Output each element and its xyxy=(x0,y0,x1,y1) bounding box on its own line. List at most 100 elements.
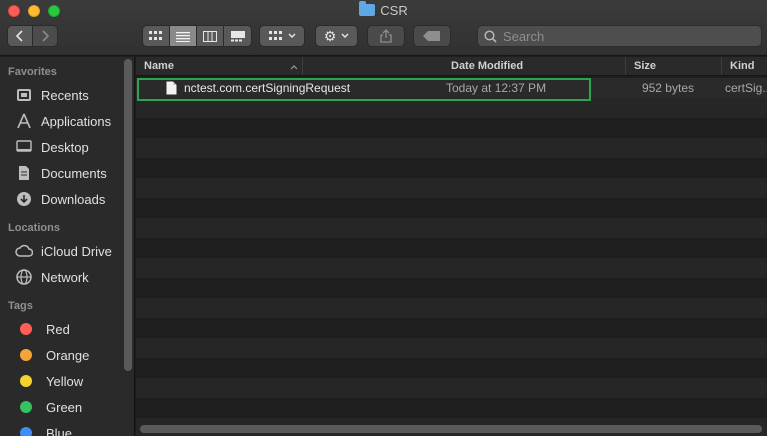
sidebar-scrollbar[interactable] xyxy=(124,59,132,371)
gear-icon: ⚙ xyxy=(323,27,337,44)
sidebar-item-label: Applications xyxy=(41,113,112,129)
empty-row xyxy=(136,118,767,138)
sidebar-tag-blue[interactable]: Blue xyxy=(0,420,134,436)
blue-tag-icon xyxy=(20,427,32,436)
sidebar-tag-yellow[interactable]: Yellow xyxy=(0,368,134,394)
sidebar-item-downloads[interactable]: Downloads xyxy=(0,186,134,212)
empty-row xyxy=(136,298,767,318)
chevron-right-icon xyxy=(42,30,49,42)
forward-button[interactable] xyxy=(32,26,57,46)
sidebar-heading-favorites: Favorites xyxy=(8,66,57,78)
empty-row xyxy=(136,318,767,338)
window-title: CSR xyxy=(0,1,767,18)
sidebar-item-network[interactable]: Network xyxy=(0,264,134,290)
back-button[interactable] xyxy=(8,26,33,46)
search-icon xyxy=(484,29,497,43)
empty-row xyxy=(136,98,767,118)
sidebar-item-label: Orange xyxy=(46,347,90,363)
search-field[interactable] xyxy=(477,25,762,47)
column-view-button[interactable] xyxy=(197,26,224,46)
sidebar-item-icloud-drive[interactable]: iCloud Drive xyxy=(0,238,134,264)
group-by-button[interactable] xyxy=(259,25,305,47)
selection-highlight-box xyxy=(137,78,591,101)
column-header-size[interactable]: Size xyxy=(626,57,722,75)
icon-view-icon xyxy=(149,30,162,40)
sidebar-item-label: Yellow xyxy=(46,373,84,389)
sidebar-item-label: Recents xyxy=(41,87,89,103)
view-mode-segment xyxy=(142,25,252,47)
green-tag-icon xyxy=(20,401,32,413)
file-kind-cell: certSig... xyxy=(725,81,767,95)
search-input[interactable] xyxy=(503,28,753,44)
empty-row xyxy=(136,218,767,238)
column-header-row: Name Date Modified Size Kind xyxy=(136,57,767,76)
chevron-down-icon xyxy=(288,33,295,38)
chevron-left-icon xyxy=(15,30,23,42)
download-icon xyxy=(15,190,33,208)
folder-icon xyxy=(359,1,376,16)
sidebar-item-label: Network xyxy=(41,269,89,285)
file-size-cell: 952 bytes xyxy=(641,81,694,95)
list-view-icon xyxy=(176,31,190,42)
chevron-down-icon xyxy=(341,33,349,38)
cloud-icon xyxy=(15,242,33,260)
sidebar-item-label: Red xyxy=(46,321,70,337)
sidebar-tag-orange[interactable]: Orange xyxy=(0,342,134,368)
action-button[interactable]: ⚙ xyxy=(315,25,358,47)
list-view-button[interactable] xyxy=(170,26,197,46)
sidebar-tag-green[interactable]: Green xyxy=(0,394,134,420)
gallery-view-icon xyxy=(230,30,245,41)
yellow-tag-icon xyxy=(20,375,32,387)
empty-row xyxy=(136,158,767,178)
empty-row xyxy=(136,338,767,358)
empty-row xyxy=(136,258,767,278)
sidebar-item-label: Downloads xyxy=(41,191,106,207)
navigation-segment xyxy=(7,25,58,47)
sidebar-item-recents[interactable]: Recents xyxy=(0,82,134,108)
globe-icon xyxy=(15,268,33,286)
clock-icon xyxy=(15,86,33,104)
sidebar-item-label: Blue xyxy=(46,425,73,436)
red-tag-icon xyxy=(20,323,32,335)
toolbar: CSR ⚙ xyxy=(0,0,767,56)
column-header-kind[interactable]: Kind xyxy=(722,57,767,75)
group-by-icon xyxy=(268,30,282,40)
sidebar-heading-locations: Locations xyxy=(8,222,60,234)
tag-button[interactable] xyxy=(413,25,451,47)
empty-row xyxy=(136,378,767,398)
empty-row xyxy=(136,178,767,198)
sidebar-item-applications[interactable]: Applications xyxy=(0,108,134,134)
gallery-view-button[interactable] xyxy=(224,26,251,46)
sidebar-item-label: iCloud Drive xyxy=(41,243,112,259)
sort-chevron-icon xyxy=(290,65,298,70)
empty-rows xyxy=(136,98,767,436)
empty-row xyxy=(136,358,767,378)
share-icon xyxy=(380,29,392,43)
desktop-icon xyxy=(15,138,33,156)
empty-row xyxy=(136,278,767,298)
empty-row xyxy=(136,138,767,158)
sidebar-item-label: Documents xyxy=(41,165,107,181)
file-list: Name Date Modified Size Kind nctest.com.… xyxy=(136,57,767,436)
column-header-name[interactable]: Name xyxy=(136,57,303,75)
applications-icon xyxy=(15,112,33,130)
document-icon xyxy=(15,164,33,182)
empty-row xyxy=(136,198,767,218)
empty-row xyxy=(136,238,767,258)
orange-tag-icon xyxy=(20,349,32,361)
tag-icon xyxy=(423,31,440,41)
sidebar-item-label: Green xyxy=(46,399,83,415)
sidebar-heading-tags: Tags xyxy=(8,300,33,312)
icon-view-button[interactable] xyxy=(143,26,170,46)
empty-row xyxy=(136,398,767,418)
column-view-icon xyxy=(203,30,217,42)
column-header-date-modified[interactable]: Date Modified xyxy=(443,57,626,75)
sidebar-tag-red[interactable]: Red xyxy=(0,316,134,342)
sidebar-item-desktop[interactable]: Desktop xyxy=(0,134,134,160)
sidebar-item-label: Desktop xyxy=(41,139,89,155)
sidebar-item-documents[interactable]: Documents xyxy=(0,160,134,186)
sidebar: Favorites Recents Applications Desktop D… xyxy=(0,57,135,436)
column-header-spacer xyxy=(303,57,443,75)
share-button[interactable] xyxy=(367,25,405,47)
horizontal-scrollbar[interactable] xyxy=(140,425,762,433)
